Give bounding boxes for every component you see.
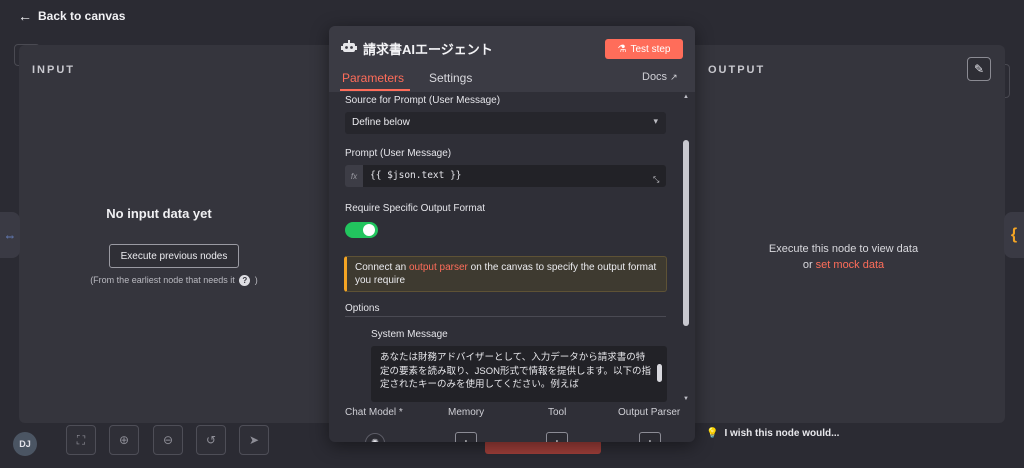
- output-or-text: or: [802, 259, 813, 271]
- test-step-label: Test step: [630, 43, 671, 55]
- execute-workflow-button-ghost: [485, 440, 601, 454]
- chevron-down-icon: ▾: [653, 116, 658, 126]
- system-message-label: System Message: [371, 329, 448, 340]
- system-message-text: あなたは財務アドバイザーとして、入力データから請求書の特定の要素を読み取り、JS…: [380, 352, 652, 390]
- set-mock-data-link[interactable]: set mock data: [816, 259, 884, 271]
- back-to-canvas-link[interactable]: ← Back to canvas: [18, 8, 125, 24]
- input-connector-handle[interactable]: ⇔: [0, 212, 20, 258]
- scroll-down-icon[interactable]: ▼: [682, 396, 690, 402]
- feedback-link[interactable]: 💡 I wish this node would...: [706, 428, 839, 439]
- add-memory-button[interactable]: +: [455, 432, 477, 442]
- output-empty-line: Execute this node to view data: [768, 243, 919, 255]
- output-parser-notice: Connect an output parser on the canvas t…: [344, 256, 667, 292]
- output-parser-label: Output Parser: [618, 407, 681, 418]
- lightbulb-icon: 💡: [706, 428, 719, 439]
- test-step-button[interactable]: ⚗ Test step: [605, 39, 683, 59]
- user-avatar[interactable]: DJ: [13, 432, 37, 456]
- input-panel: INPUT No input data yet Execute previous…: [19, 45, 341, 423]
- connector-icon: ⇔: [3, 227, 17, 243]
- source-prompt-value: Define below: [352, 117, 410, 128]
- prompt-label: Prompt (User Message): [345, 148, 452, 159]
- notice-text-before: Connect an: [355, 262, 407, 273]
- output-format-toggle[interactable]: [345, 222, 378, 238]
- active-tab-indicator: [340, 89, 410, 91]
- reset-zoom-button[interactable]: ↺: [196, 425, 226, 455]
- undo-icon: ↺: [205, 433, 217, 447]
- arrow-left-icon: ←: [18, 8, 32, 24]
- fit-view-icon: ⛶: [76, 432, 86, 447]
- add-output-parser-button[interactable]: +: [639, 432, 661, 442]
- docs-link[interactable]: Docs ↗: [642, 71, 678, 83]
- toggle-knob: [363, 224, 375, 236]
- add-tool-button[interactable]: +: [546, 432, 568, 442]
- prompt-value[interactable]: {{ $json.text }} ⤡: [363, 165, 666, 187]
- sub-node-slots: ✺ + + +: [329, 426, 695, 442]
- tab-settings[interactable]: Settings: [429, 71, 472, 85]
- prompt-expression-text: {{ $json.text }}: [370, 170, 462, 181]
- system-message-input[interactable]: あなたは財務アドバイザーとして、入力データから請求書の特定の要素を読み取り、JS…: [371, 346, 667, 402]
- prompt-input[interactable]: fx {{ $json.text }} ⤡: [345, 165, 666, 187]
- earliest-node-hint: (From the earliest node that needs it ? …: [19, 275, 329, 286]
- no-input-heading: No input data yet: [106, 206, 212, 221]
- options-heading: Options: [345, 303, 380, 314]
- chat-model-label: Chat Model *: [345, 407, 403, 418]
- dialog-scroll-thumb[interactable]: [683, 140, 689, 326]
- output-format-label: Require Specific Output Format: [345, 203, 486, 214]
- output-parser-link[interactable]: output parser: [409, 262, 468, 273]
- dialog-scrollbar[interactable]: ▲ ▼: [682, 94, 690, 402]
- output-empty-message: Execute this node to view data or set mo…: [682, 241, 1005, 273]
- question-circle-icon[interactable]: ?: [239, 275, 251, 286]
- dialog-header: 請求書AIエージェント ⚗ Test step Parameters Setti…: [329, 26, 695, 92]
- docs-label: Docs: [642, 71, 668, 83]
- source-prompt-label: Source for Prompt (User Message): [345, 95, 501, 106]
- earliest-hint-text: (From the earliest node that needs it: [90, 275, 235, 285]
- feedback-label: I wish this node would...: [724, 428, 840, 439]
- node-title[interactable]: 請求書AIエージェント: [363, 39, 493, 58]
- memory-label: Memory: [448, 407, 485, 418]
- cursor-icon: ➤: [248, 433, 260, 447]
- openai-model-icon[interactable]: ✺: [365, 433, 385, 442]
- zoom-in-icon: ⊕: [118, 433, 130, 447]
- input-panel-title: INPUT: [32, 64, 75, 76]
- output-panel: OUTPUT ✎ Execute this node to view data …: [682, 45, 1005, 423]
- scroll-up-icon[interactable]: ▲: [682, 94, 690, 100]
- tidy-up-button[interactable]: ➤: [239, 425, 269, 455]
- flask-icon: ⚗: [617, 43, 627, 55]
- node-details-dialog: 請求書AIエージェント ⚗ Test step Parameters Setti…: [329, 26, 695, 442]
- fit-view-button[interactable]: ⛶: [66, 425, 96, 455]
- tab-parameters[interactable]: Parameters: [342, 71, 404, 85]
- execute-previous-nodes-button[interactable]: Execute previous nodes: [109, 244, 239, 268]
- output-panel-title: OUTPUT: [708, 64, 766, 76]
- expression-icon: fx: [345, 165, 363, 187]
- curly-brace-icon: {: [1010, 226, 1018, 243]
- system-message-scroll-thumb[interactable]: [657, 364, 662, 382]
- zoom-in-button[interactable]: ⊕: [109, 425, 139, 455]
- external-link-icon: ↗: [670, 72, 678, 82]
- zoom-out-button[interactable]: ⊖: [153, 425, 183, 455]
- expand-icon[interactable]: ⤡: [653, 175, 663, 185]
- zoom-out-icon: ⊖: [162, 433, 174, 447]
- edit-output-button[interactable]: ✎: [967, 57, 991, 81]
- source-prompt-select[interactable]: Define below ▾: [345, 112, 666, 134]
- output-json-handle[interactable]: {: [1004, 212, 1024, 258]
- pencil-icon: ✎: [973, 62, 985, 76]
- robot-icon: [341, 40, 357, 52]
- options-divider: [345, 316, 666, 317]
- earliest-hint-close: ): [254, 275, 258, 285]
- sub-node-labels: Chat Model * Memory Tool Output Parser: [329, 407, 695, 421]
- system-message-scrollbar[interactable]: [657, 350, 662, 396]
- tool-label: Tool: [548, 407, 567, 418]
- back-to-canvas-label: Back to canvas: [38, 9, 126, 23]
